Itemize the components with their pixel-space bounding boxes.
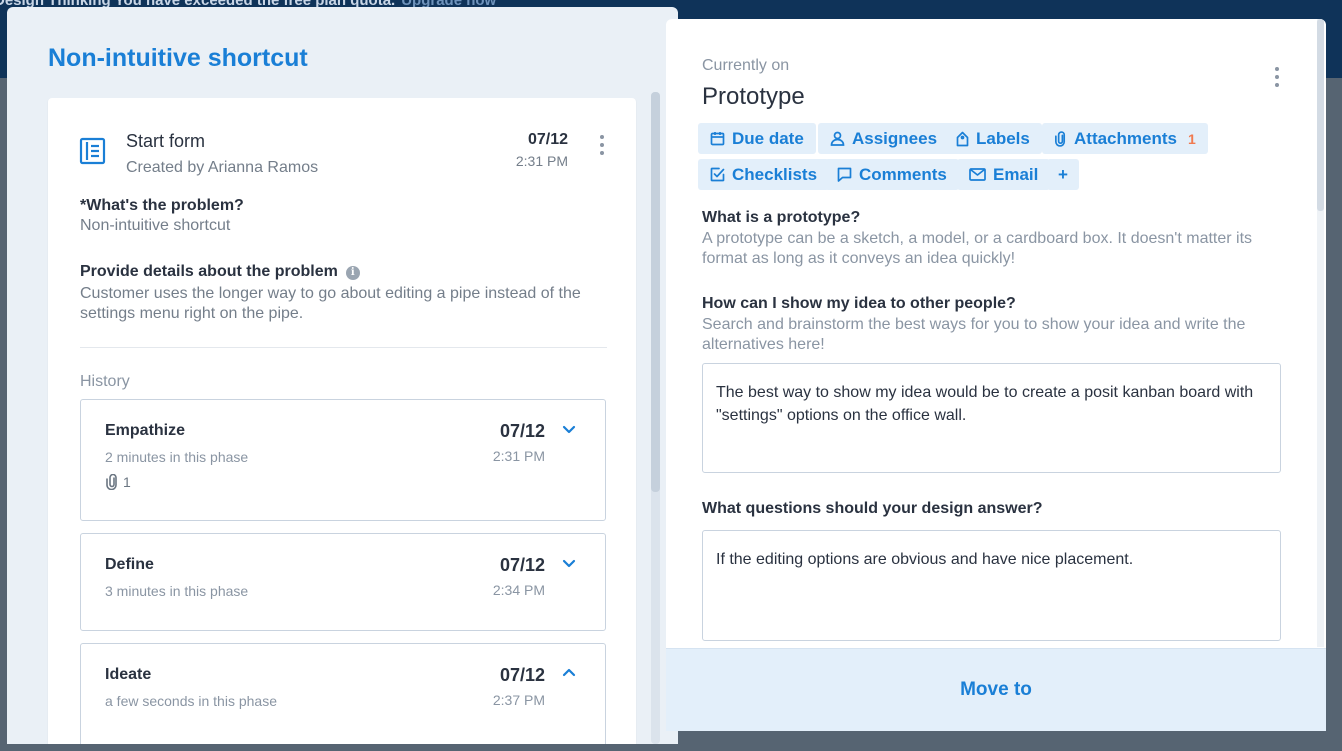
right-scrollbar-thumb[interactable] <box>1317 19 1324 211</box>
add-action-button[interactable]: + <box>1047 159 1079 190</box>
history-label: History <box>80 373 130 390</box>
start-form-menu-icon[interactable] <box>599 135 605 155</box>
chevron-up-icon[interactable] <box>559 664 579 680</box>
right-scrollbar[interactable] <box>1317 19 1324 647</box>
currently-on-label: Currently on <box>702 57 790 74</box>
checklists-button[interactable]: Checklists <box>698 159 830 190</box>
card-title: Non-intuitive shortcut <box>48 44 308 72</box>
start-form-date: 07/12 <box>527 131 568 148</box>
calendar-icon <box>710 132 725 146</box>
phase-time: 2:37 PM <box>492 692 545 708</box>
phase-date: 07/12 <box>499 421 545 441</box>
paperclip-icon <box>1055 130 1066 147</box>
phase-name: Empathize <box>105 422 186 439</box>
due-date-button[interactable]: Due date <box>698 123 816 154</box>
form-icon <box>79 137 106 165</box>
question-label: What is a prototype? <box>702 209 861 226</box>
problem-field-label: *What's the problem? <box>80 197 244 214</box>
divider <box>80 347 607 348</box>
current-phase-panel: Currently on Prototype Due date Assignee… <box>666 19 1326 731</box>
history-phase-empathize[interactable]: Empathize 2 minutes in this phase 07/12 … <box>80 399 606 521</box>
left-scrollbar[interactable] <box>651 92 660 744</box>
assignees-button[interactable]: Assignees <box>818 123 950 154</box>
chevron-down-icon[interactable] <box>559 556 579 572</box>
history-phase-ideate[interactable]: Ideate a few seconds in this phase 07/12… <box>80 643 606 744</box>
info-icon[interactable]: i <box>345 266 360 280</box>
tag-icon <box>956 131 969 146</box>
email-button[interactable]: Email <box>957 159 1051 190</box>
attachments-button[interactable]: Attachments 1 <box>1042 123 1208 154</box>
due-date-label: Due date <box>732 128 804 148</box>
left-scrollbar-thumb[interactable] <box>651 92 660 492</box>
phase-duration: a few seconds in this phase <box>105 693 277 709</box>
start-form-creator: Created by Arianna Ramos <box>126 159 319 176</box>
phase-date: 07/12 <box>499 555 545 575</box>
comment-icon <box>837 167 852 182</box>
comments-label: Comments <box>859 164 947 184</box>
phase-name: Ideate <box>105 666 152 683</box>
question-label: How can I show my idea to other people? <box>702 295 1016 312</box>
details-field-label-text: Provide details about the problem <box>80 263 338 280</box>
question-description: A prototype can be a sketch, a model, or… <box>702 230 1253 267</box>
design-questions-textarea[interactable]: If the editing options are obvious and h… <box>702 530 1281 641</box>
phase-name: Define <box>105 556 154 573</box>
phase-time: 2:31 PM <box>492 448 545 464</box>
phase-attachments: 1 <box>105 474 131 490</box>
assignees-label: Assignees <box>852 128 938 148</box>
problem-field-value: Non-intuitive shortcut <box>80 217 231 234</box>
show-idea-textarea[interactable]: The best way to show my idea would be to… <box>702 363 1281 473</box>
email-label: Email <box>993 164 1039 184</box>
attachment-count: 1 <box>123 474 131 490</box>
current-phase-title: Prototype <box>702 83 805 110</box>
chevron-down-icon[interactable] <box>559 422 579 438</box>
start-form-name: Start form <box>126 131 206 151</box>
phase-menu-icon[interactable] <box>1274 67 1280 87</box>
add-action-label: + <box>1058 164 1068 184</box>
card-panel: Non-intuitive shortcut Start form Create… <box>7 7 678 744</box>
question-label: What questions should your design answer… <box>702 500 1043 517</box>
labels-button[interactable]: Labels <box>944 123 1042 154</box>
history-phase-define[interactable]: Define 3 minutes in this phase 07/12 2:3… <box>80 533 606 631</box>
checklists-label: Checklists <box>732 164 818 184</box>
phase-duration: 3 minutes in this phase <box>105 583 249 599</box>
mail-icon <box>969 168 986 181</box>
start-form-card: Start form Created by Arianna Ramos 07/1… <box>48 98 636 744</box>
attachments-label: Attachments <box>1074 128 1177 148</box>
labels-label: Labels <box>976 128 1030 148</box>
phase-time: 2:34 PM <box>492 582 545 598</box>
checklist-icon <box>710 167 725 182</box>
move-bar: Move to <box>666 648 1326 731</box>
details-field-label: Provide details about the problem i <box>80 263 360 281</box>
paperclip-icon <box>106 474 117 490</box>
phase-duration: 2 minutes in this phase <box>105 449 249 465</box>
question-description: Search and brainstorm the best ways for … <box>702 316 1246 353</box>
comments-button[interactable]: Comments <box>825 159 959 190</box>
move-to-button[interactable]: Move to <box>960 679 1032 701</box>
attachments-count-badge: 1 <box>1187 130 1196 147</box>
phase-date: 07/12 <box>499 665 545 685</box>
details-field-value: Customer uses the longer way to go about… <box>80 285 581 322</box>
start-form-time: 2:31 PM <box>515 153 568 169</box>
user-icon <box>830 131 845 146</box>
